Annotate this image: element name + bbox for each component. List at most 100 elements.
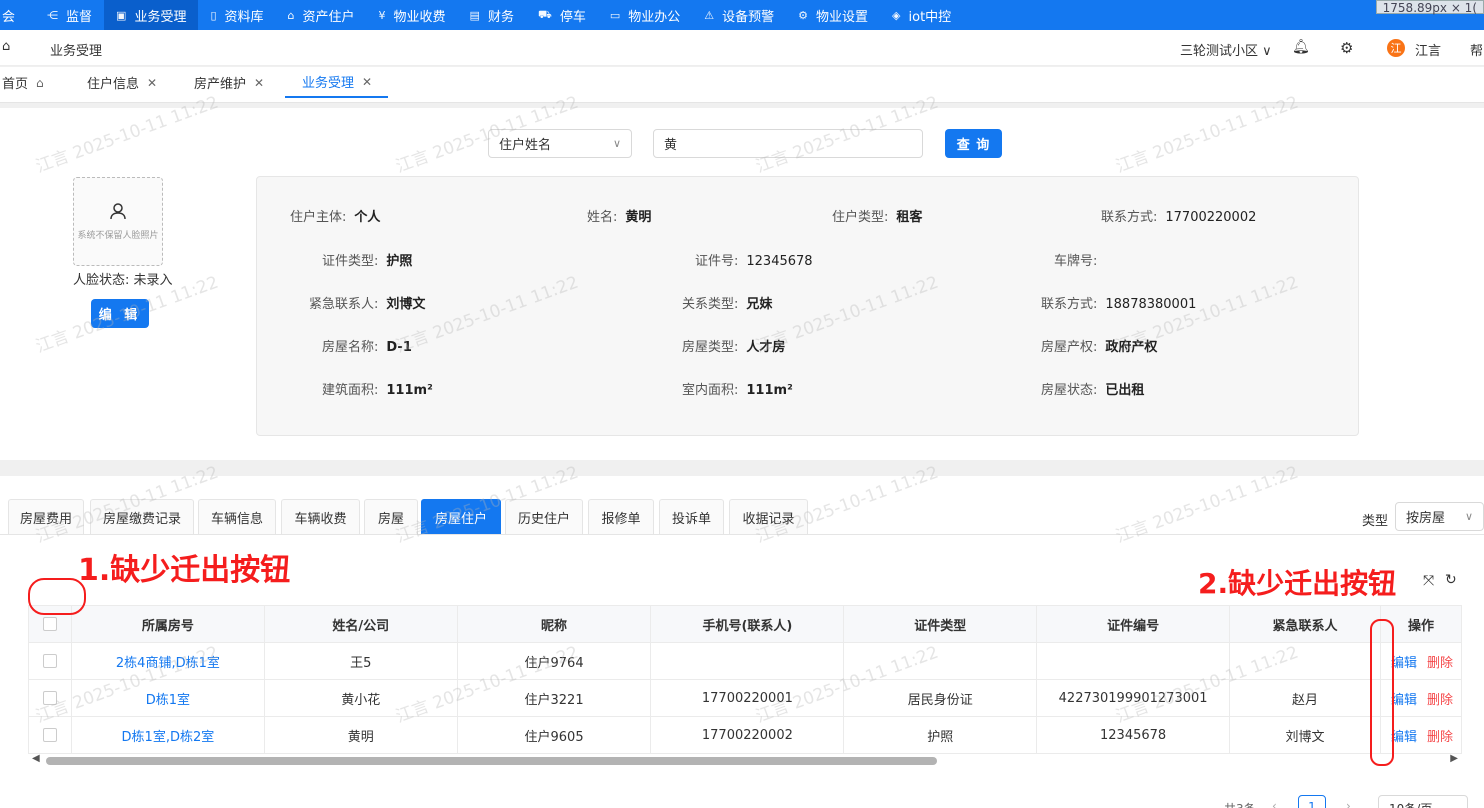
cell-nick: 住户9764: [456, 642, 652, 680]
select-all-checkbox[interactable]: [42, 617, 57, 631]
gear-icon[interactable]: ⚙: [1340, 39, 1353, 57]
pager-prev-icon[interactable]: ‹: [1272, 799, 1277, 808]
breadcrumb: 业务受理: [50, 44, 103, 59]
nav-item-office[interactable]: ▭ 物业办公: [598, 0, 692, 30]
nav-item-partial[interactable]: 会: [0, 0, 35, 30]
edit-face-button[interactable]: 编 辑: [91, 299, 149, 328]
type-select[interactable]: 按房屋 ∨: [1395, 502, 1484, 531]
user-name[interactable]: 江言: [1415, 40, 1441, 59]
delete-link[interactable]: 删除: [1427, 693, 1453, 708]
home-icon: ⌂: [36, 75, 44, 90]
photo-hint: 系统不保留人脸照片: [77, 231, 159, 241]
scroll-left-icon[interactable]: ◀: [32, 753, 40, 764]
info-subject: 住户主体: 个人: [290, 210, 381, 225]
cell-name: 黄明: [263, 716, 458, 754]
col-emergency[interactable]: 紧急联系人: [1229, 605, 1381, 643]
nav-item-alarm[interactable]: ⚠ 设备预警: [692, 0, 786, 30]
btab-payment-record[interactable]: 房屋缴费记录: [90, 499, 194, 534]
row-select-cell: [28, 679, 72, 717]
yen-shield-icon: ¥: [378, 8, 386, 22]
info-resident-type: 住户类型: 租客: [832, 210, 923, 225]
info-plate: 车牌号:: [1054, 254, 1098, 269]
col-id-type[interactable]: 证件类型: [843, 605, 1038, 643]
col-id-number[interactable]: 证件编号: [1036, 605, 1231, 643]
close-icon[interactable]: ✕: [254, 76, 264, 90]
query-button[interactable]: 查 询: [945, 129, 1002, 158]
btab-complaint[interactable]: 投诉单: [659, 499, 724, 534]
info-id-type: 证件类型: 护照: [322, 254, 413, 269]
table-row: D栋1室,D栋2室 黄明 住户9605 17700220002 护照 12345…: [28, 716, 1463, 754]
col-room[interactable]: 所属房号: [70, 605, 265, 643]
chevron-down-icon: ∨: [1464, 510, 1473, 523]
tab-home[interactable]: 首页 ⌂: [2, 67, 44, 98]
search-field-select[interactable]: 住户姓名 ∨: [488, 129, 632, 158]
community-select[interactable]: 三轮测试小区 ∨: [1180, 40, 1272, 59]
chevron-down-icon: ∨: [1262, 44, 1272, 59]
pager-next-icon[interactable]: ›: [1346, 799, 1351, 808]
scroll-right-icon[interactable]: ▶: [1450, 753, 1458, 764]
tab-business[interactable]: 业务受理 ✕: [285, 67, 389, 98]
btab-vehicle-info[interactable]: 车辆信息: [198, 499, 276, 534]
row-checkbox[interactable]: [42, 728, 57, 742]
edit-link[interactable]: 编辑: [1391, 730, 1417, 745]
pager-current[interactable]: 1: [1298, 795, 1326, 808]
refresh-icon[interactable]: ↻: [1445, 572, 1457, 588]
annotation-1: 1.缺少迁出按钮: [78, 553, 291, 588]
room-link[interactable]: D栋1室: [70, 679, 265, 717]
col-name[interactable]: 姓名/公司: [263, 605, 458, 643]
type-label: 类型: [1362, 514, 1389, 529]
scrollbar-thumb[interactable]: [46, 757, 937, 765]
resident-table: 所属房号 姓名/公司 昵称 手机号(联系人) 证件类型 证件编号 紧急联系人 操…: [28, 605, 1463, 754]
btab-history-resident[interactable]: 历史住户: [505, 499, 583, 534]
nav-item-iot[interactable]: ◈ iot中控: [880, 0, 963, 30]
row-checkbox[interactable]: [42, 654, 57, 668]
cube-icon: ◈: [892, 8, 901, 22]
cell-phone: 17700220002: [650, 716, 845, 754]
tab-resident-info[interactable]: 住户信息 ✕: [87, 67, 157, 98]
row-checkbox[interactable]: [42, 691, 57, 705]
btab-repair[interactable]: 报修单: [588, 499, 654, 534]
edit-link[interactable]: 编辑: [1391, 656, 1417, 671]
tab-property[interactable]: 房产维护 ✕: [194, 67, 264, 98]
btab-vehicle-fee[interactable]: 车辆收费: [281, 499, 360, 534]
btab-house-resident[interactable]: 房屋住户: [421, 499, 501, 534]
avatar[interactable]: 江: [1387, 39, 1405, 57]
close-icon[interactable]: ✕: [147, 76, 157, 90]
nav-item-library[interactable]: ▯ 资料库: [198, 0, 275, 30]
btab-house-fee[interactable]: 房屋费用: [8, 499, 84, 534]
pager-size-select[interactable]: 10条/页: [1378, 795, 1468, 808]
delete-link[interactable]: 删除: [1427, 656, 1453, 671]
home-icon[interactable]: ⌂: [2, 39, 16, 54]
wallet-icon: ▤: [469, 8, 480, 22]
info-name: 姓名: 黄明: [587, 210, 652, 225]
face-photo[interactable]: 系统不保留人脸照片: [73, 177, 163, 266]
col-phone[interactable]: 手机号(联系人): [650, 605, 845, 643]
nav-item-finance[interactable]: ▤ 财务: [458, 0, 526, 30]
btab-receipt[interactable]: 收据记录: [729, 499, 808, 534]
btab-house[interactable]: 房屋: [364, 499, 418, 534]
edit-link[interactable]: 编辑: [1391, 693, 1417, 708]
car-icon: ⛟: [537, 7, 552, 21]
delete-link[interactable]: 删除: [1427, 730, 1453, 745]
bell-icon[interactable]: 🔔︎: [1292, 39, 1310, 55]
annotation-box-actions: [1370, 619, 1394, 766]
info-indoor-area: 室内面积: 111m²: [682, 383, 793, 398]
close-icon[interactable]: ✕: [362, 75, 372, 89]
annotation-box-checkbox: [28, 578, 86, 615]
cell-name: 王5: [263, 642, 458, 680]
nav-item-settings[interactable]: ⚙ 物业设置: [786, 0, 880, 30]
fullscreen-icon[interactable]: ⤧: [1423, 573, 1434, 589]
room-link[interactable]: D栋1室,D栋2室: [70, 716, 265, 754]
nav-item-supervise[interactable]: ⋲ 监督: [35, 0, 104, 30]
nav-item-assets[interactable]: ⌂ 资产住户: [276, 0, 367, 30]
row-select-cell: [28, 642, 72, 680]
nav-item-parking[interactable]: ⛟ 停车: [526, 0, 598, 30]
room-link[interactable]: 2栋4商铺,D栋1室: [70, 642, 265, 680]
nav-item-fees[interactable]: ¥ 物业收费: [367, 0, 458, 30]
info-house-status: 房屋状态: 已出租: [1041, 383, 1145, 398]
help-link[interactable]: 帮: [1470, 40, 1483, 59]
horizontal-scrollbar[interactable]: ◀ ▶: [28, 753, 1462, 767]
search-input[interactable]: 黄: [653, 129, 923, 158]
nav-item-business[interactable]: ▣ 业务受理: [104, 0, 199, 30]
col-nick[interactable]: 昵称: [456, 605, 652, 643]
